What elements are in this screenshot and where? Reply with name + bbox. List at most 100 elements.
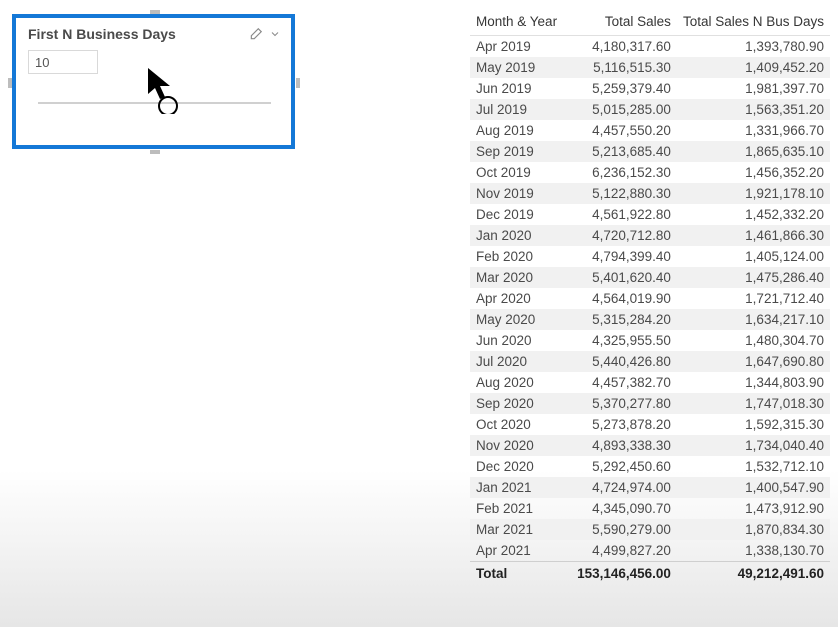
eraser-icon[interactable]: [249, 27, 263, 41]
cell-total-sales-n: 1,647,690.80: [677, 351, 830, 372]
cell-total-sales-n: 1,409,452.20: [677, 57, 830, 78]
table-row[interactable]: Mar 20215,590,279.001,870,834.30: [470, 519, 830, 540]
cell-total-sales: 5,122,880.30: [571, 183, 677, 204]
cell-total-sales: 4,325,955.50: [571, 330, 677, 351]
cell-period: May 2020: [470, 309, 571, 330]
cell-period: Jan 2021: [470, 477, 571, 498]
cell-total-sales: 5,440,426.80: [571, 351, 677, 372]
cell-total-sales: 4,794,399.40: [571, 246, 677, 267]
table-row[interactable]: Aug 20204,457,382.701,344,803.90: [470, 372, 830, 393]
table-row[interactable]: Apr 20204,564,019.901,721,712.40: [470, 288, 830, 309]
total-sales: 153,146,456.00: [571, 562, 677, 585]
slicer-title: First N Business Days: [28, 26, 176, 42]
cell-total-sales: 4,180,317.60: [571, 36, 677, 58]
cell-total-sales: 4,457,550.20: [571, 120, 677, 141]
table-row[interactable]: Jul 20195,015,285.001,563,351.20: [470, 99, 830, 120]
table-row[interactable]: Jan 20214,724,974.001,400,547.90: [470, 477, 830, 498]
cell-total-sales-n: 1,331,966.70: [677, 120, 830, 141]
table-row[interactable]: May 20195,116,515.301,409,452.20: [470, 57, 830, 78]
cell-total-sales: 5,213,685.40: [571, 141, 677, 162]
cell-period: Dec 2020: [470, 456, 571, 477]
cell-total-sales: 5,401,620.40: [571, 267, 677, 288]
cell-total-sales-n: 1,921,178.10: [677, 183, 830, 204]
table-row[interactable]: Feb 20214,345,090.701,473,912.90: [470, 498, 830, 519]
col-period[interactable]: Month & Year: [470, 10, 571, 36]
cell-total-sales-n: 1,344,803.90: [677, 372, 830, 393]
cell-total-sales: 4,893,338.30: [571, 435, 677, 456]
cell-total-sales-n: 1,734,040.40: [677, 435, 830, 456]
cell-total-sales-n: 1,405,124.00: [677, 246, 830, 267]
cell-total-sales-n: 1,634,217.10: [677, 309, 830, 330]
cell-period: Jun 2020: [470, 330, 571, 351]
col-total-sales-n[interactable]: Total Sales N Bus Days: [677, 10, 830, 36]
table-row[interactable]: Feb 20204,794,399.401,405,124.00: [470, 246, 830, 267]
table-row[interactable]: Oct 20205,273,878.201,592,315.30: [470, 414, 830, 435]
table-row[interactable]: Dec 20194,561,922.801,452,332.20: [470, 204, 830, 225]
table-row[interactable]: Nov 20204,893,338.301,734,040.40: [470, 435, 830, 456]
cell-total-sales-n: 1,981,397.70: [677, 78, 830, 99]
table-row[interactable]: May 20205,315,284.201,634,217.10: [470, 309, 830, 330]
cell-period: Mar 2020: [470, 267, 571, 288]
cell-total-sales: 4,720,712.80: [571, 225, 677, 246]
col-total-sales[interactable]: Total Sales: [571, 10, 677, 36]
slicer-card[interactable]: First N Business Days: [12, 14, 295, 149]
cell-period: Sep 2020: [470, 393, 571, 414]
cell-total-sales-n: 1,461,866.30: [677, 225, 830, 246]
sales-table: Month & Year Total Sales Total Sales N B…: [470, 10, 830, 584]
cell-period: Jul 2019: [470, 99, 571, 120]
table-row[interactable]: Dec 20205,292,450.601,532,712.10: [470, 456, 830, 477]
total-sales-n: 49,212,491.60: [677, 562, 830, 585]
cell-period: Nov 2020: [470, 435, 571, 456]
cell-total-sales: 5,015,285.00: [571, 99, 677, 120]
cell-period: Oct 2020: [470, 414, 571, 435]
cell-total-sales: 5,315,284.20: [571, 309, 677, 330]
cell-total-sales-n: 1,532,712.10: [677, 456, 830, 477]
slicer-value-input[interactable]: [28, 50, 98, 74]
cell-total-sales-n: 1,563,351.20: [677, 99, 830, 120]
table-row[interactable]: Jun 20195,259,379.401,981,397.70: [470, 78, 830, 99]
slicer-header: First N Business Days: [28, 26, 281, 42]
cell-period: Sep 2019: [470, 141, 571, 162]
cell-total-sales: 4,457,382.70: [571, 372, 677, 393]
table-row[interactable]: Jul 20205,440,426.801,647,690.80: [470, 351, 830, 372]
cell-period: Aug 2020: [470, 372, 571, 393]
cell-total-sales-n: 1,480,304.70: [677, 330, 830, 351]
cell-period: Apr 2020: [470, 288, 571, 309]
cell-total-sales: 4,561,922.80: [571, 204, 677, 225]
table-row[interactable]: Sep 20205,370,277.801,747,018.30: [470, 393, 830, 414]
cell-period: Dec 2019: [470, 204, 571, 225]
cell-total-sales-n: 1,400,547.90: [677, 477, 830, 498]
table-row[interactable]: Jan 20204,720,712.801,461,866.30: [470, 225, 830, 246]
table-row[interactable]: Jun 20204,325,955.501,480,304.70: [470, 330, 830, 351]
resize-handle-right[interactable]: [296, 78, 300, 88]
table-row[interactable]: Mar 20205,401,620.401,475,286.40: [470, 267, 830, 288]
cell-period: Mar 2021: [470, 519, 571, 540]
cell-period: Nov 2019: [470, 183, 571, 204]
cell-period: Oct 2019: [470, 162, 571, 183]
cell-total-sales-n: 1,870,834.30: [677, 519, 830, 540]
table-header-row: Month & Year Total Sales Total Sales N B…: [470, 10, 830, 36]
cell-period: Aug 2019: [470, 120, 571, 141]
cell-total-sales-n: 1,475,286.40: [677, 267, 830, 288]
table-row[interactable]: Apr 20194,180,317.601,393,780.90: [470, 36, 830, 58]
table-row[interactable]: Oct 20196,236,152.301,456,352.20: [470, 162, 830, 183]
resize-handle-bottom[interactable]: [150, 150, 160, 154]
table-row[interactable]: Nov 20195,122,880.301,921,178.10: [470, 183, 830, 204]
cell-total-sales-n: 1,393,780.90: [677, 36, 830, 58]
cell-total-sales-n: 1,592,315.30: [677, 414, 830, 435]
table-row[interactable]: Sep 20195,213,685.401,865,635.10: [470, 141, 830, 162]
cell-total-sales-n: 1,747,018.30: [677, 393, 830, 414]
cell-period: Jun 2019: [470, 78, 571, 99]
table-row[interactable]: Aug 20194,457,550.201,331,966.70: [470, 120, 830, 141]
cell-total-sales-n: 1,338,130.70: [677, 540, 830, 562]
cell-total-sales: 4,564,019.90: [571, 288, 677, 309]
cell-total-sales: 5,273,878.20: [571, 414, 677, 435]
cell-total-sales-n: 1,865,635.10: [677, 141, 830, 162]
cell-total-sales-n: 1,721,712.40: [677, 288, 830, 309]
table-row[interactable]: Apr 20214,499,827.201,338,130.70: [470, 540, 830, 562]
cell-period: May 2019: [470, 57, 571, 78]
cell-period: Feb 2020: [470, 246, 571, 267]
chevron-down-icon[interactable]: [269, 28, 281, 40]
slicer-slider-track[interactable]: [38, 102, 271, 104]
cell-total-sales: 4,499,827.20: [571, 540, 677, 562]
